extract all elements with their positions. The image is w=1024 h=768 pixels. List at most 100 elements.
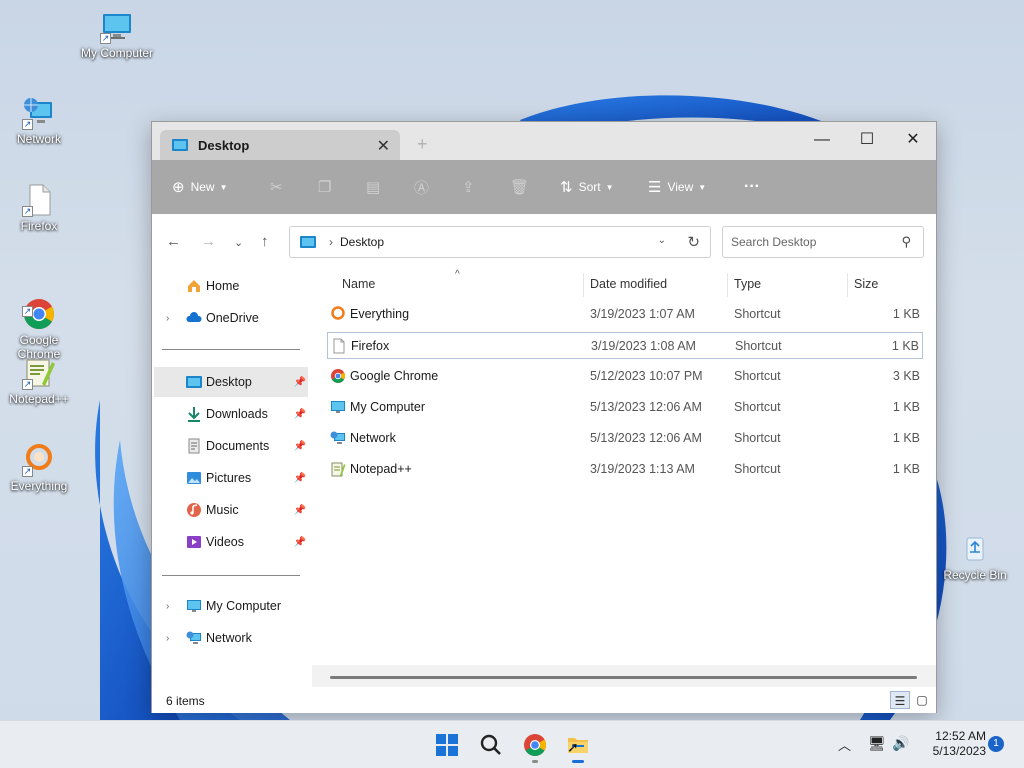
column-divider[interactable] — [847, 273, 848, 297]
notepad-plus-plus-icon — [331, 462, 346, 477]
pin-icon[interactable]: 📌 — [294, 537, 306, 548]
file-type: Shortcut — [734, 369, 781, 383]
breadcrumb-desktop[interactable]: Desktop — [340, 235, 384, 249]
maximize-button[interactable]: ☐ — [852, 128, 882, 152]
more-options-button[interactable]: ··· — [744, 160, 760, 214]
expand-chevron-icon[interactable]: › — [166, 601, 169, 612]
expand-chevron-icon[interactable]: › — [166, 633, 169, 644]
nav-item-documents[interactable]: Documents 📌 — [154, 431, 308, 461]
network-status-icon[interactable]: 🖥 — [868, 735, 886, 752]
recycle-bin-icon — [966, 537, 984, 561]
column-divider[interactable] — [727, 273, 728, 297]
pin-icon[interactable]: 📌 — [294, 473, 306, 484]
desktop-icon-notepad-plus-plus[interactable]: ↗ Notepad++ — [0, 356, 78, 406]
rename-icon[interactable]: Ⓐ — [414, 160, 429, 214]
nav-item-music[interactable]: Music 📌 — [154, 495, 308, 525]
desktop-icon-label: Notepad++ — [9, 392, 69, 406]
chevron-down-icon: ▼ — [605, 182, 614, 192]
pin-icon[interactable]: 📌 — [294, 505, 306, 516]
pin-icon[interactable]: 📌 — [294, 441, 306, 452]
column-divider[interactable] — [583, 273, 584, 297]
share-icon[interactable]: ⇪ — [462, 160, 475, 214]
desktop-icon-label: Recycle Bin — [943, 568, 1007, 582]
paste-icon[interactable]: ▤ — [366, 160, 380, 214]
file-date: 5/13/2023 12:06 AM — [590, 431, 702, 445]
nav-item-network[interactable]: › Network — [154, 623, 308, 653]
desktop-icon-network[interactable]: ↗ Network — [0, 96, 78, 146]
recent-locations-chevron-icon[interactable]: ⌄ — [234, 236, 243, 249]
column-header-date-modified[interactable]: Date modified — [590, 277, 667, 291]
sort-button[interactable]: ⇅ Sort ▼ — [560, 160, 614, 214]
cut-icon[interactable]: ✂ — [270, 160, 283, 214]
file-name: Notepad++ — [350, 462, 412, 476]
refresh-icon[interactable]: ↻ — [687, 233, 700, 251]
file-date: 5/12/2023 10:07 PM — [590, 369, 703, 383]
search-input[interactable]: Search Desktop ⚲ — [722, 226, 924, 258]
view-button[interactable]: ☰ View ▼ — [648, 160, 706, 214]
show-hidden-icons-chevron[interactable]: ︿ — [838, 735, 851, 754]
clock-time: 12:52 AM — [935, 729, 986, 743]
nav-item-downloads[interactable]: Downloads 📌 — [154, 399, 308, 429]
pin-icon[interactable]: 📌 — [294, 377, 306, 388]
shortcut-arrow-icon: ↗ — [22, 206, 33, 217]
nav-divider — [162, 575, 300, 576]
details-view-icon[interactable]: ☰ — [890, 691, 910, 709]
file-name: Google Chrome — [350, 369, 439, 383]
file-row-firefox[interactable]: Firefox 3/19/2023 1:08 AM Shortcut 1 KB — [327, 332, 923, 359]
file-date: 5/13/2023 12:06 AM — [590, 400, 702, 414]
nav-item-onedrive[interactable]: › OneDrive — [154, 303, 308, 333]
new-tab-button[interactable]: + — [417, 134, 428, 155]
clock[interactable]: 12:52 AM 5/13/2023 — [918, 729, 986, 759]
column-header-size[interactable]: Size — [854, 277, 878, 291]
horizontal-scrollbar[interactable] — [330, 676, 917, 679]
new-button[interactable]: ⊕ New ▼ — [172, 160, 228, 214]
content-area: Home › OneDrive Desktop 📌 Downloads 📌 Do… — [152, 269, 936, 687]
nav-label: Network — [206, 631, 252, 645]
large-icons-view-icon[interactable]: ▢ — [912, 691, 932, 709]
back-arrow-icon[interactable]: ← — [166, 233, 181, 250]
notification-badge[interactable]: 1 — [988, 736, 1004, 752]
address-row: ← → ⌄ ↑ › Desktop ⌄ ↻ Search Desktop ⚲ — [152, 214, 936, 269]
nav-divider — [162, 349, 300, 350]
nav-item-pictures[interactable]: Pictures 📌 — [154, 463, 308, 493]
nav-item-home[interactable]: Home — [154, 271, 308, 301]
nav-item-desktop[interactable]: Desktop 📌 — [154, 367, 308, 397]
chevron-down-icon: ▼ — [219, 182, 228, 192]
desktop-icon-label: Everything — [10, 479, 68, 493]
tab-desktop[interactable]: Desktop ✕ — [160, 130, 400, 160]
start-button[interactable] — [433, 731, 461, 759]
address-bar[interactable]: › Desktop ⌄ ↻ — [289, 226, 711, 258]
file-row-notepad-plus-plus[interactable]: Notepad++ 3/19/2023 1:13 AM Shortcut 1 K… — [327, 456, 923, 483]
desktop-icon-firefox[interactable]: ↗ Firefox — [0, 183, 78, 233]
pin-icon[interactable]: 📌 — [294, 409, 306, 420]
search-button[interactable] — [477, 731, 505, 759]
file-row-google-chrome[interactable]: Google Chrome 5/12/2023 10:07 PM Shortcu… — [327, 363, 923, 390]
desktop-icon-recycle-bin[interactable]: Recycle Bin — [936, 532, 1014, 582]
tab-close-button[interactable]: ✕ — [377, 136, 390, 156]
up-arrow-icon[interactable]: ↑ — [261, 233, 269, 250]
column-header-type[interactable]: Type — [734, 277, 761, 291]
nav-item-videos[interactable]: Videos 📌 — [154, 527, 308, 557]
desktop-icon-my-computer[interactable]: ↗ My Computer — [78, 10, 156, 60]
copy-icon[interactable]: ❐ — [318, 160, 331, 214]
chrome-taskbar-button[interactable] — [521, 731, 549, 763]
minimize-button[interactable]: — — [807, 128, 837, 152]
forward-arrow-icon[interactable]: → — [201, 233, 216, 250]
chrome-icon — [524, 734, 546, 756]
file-row-everything[interactable]: Everything 3/19/2023 1:07 AM Shortcut 1 … — [327, 301, 923, 328]
nav-item-my-computer[interactable]: › My Computer — [154, 591, 308, 621]
close-window-button[interactable]: ✕ — [898, 128, 928, 152]
expand-chevron-icon[interactable]: › — [166, 313, 169, 324]
new-label: New — [190, 180, 215, 194]
desktop-icon-everything[interactable]: ↗ Everything — [0, 443, 78, 493]
volume-icon[interactable]: 🔊 — [892, 735, 909, 752]
file-size: 1 KB — [892, 431, 920, 445]
column-header-name[interactable]: Name — [342, 277, 375, 291]
file-row-my-computer[interactable]: My Computer 5/13/2023 12:06 AM Shortcut … — [327, 394, 923, 421]
download-arrow-icon — [188, 407, 200, 422]
file-explorer-window: Desktop ✕ + — ☐ ✕ ⊕ New ▼ ✂ ❐ ▤ Ⓐ ⇪ 🗑 ⇅ … — [151, 121, 937, 713]
delete-icon[interactable]: 🗑 — [510, 160, 529, 214]
windows-logo-icon — [436, 734, 458, 756]
file-row-network[interactable]: Network 5/13/2023 12:06 AM Shortcut 1 KB — [327, 425, 923, 452]
address-dropdown-icon[interactable]: ⌄ — [658, 235, 666, 246]
